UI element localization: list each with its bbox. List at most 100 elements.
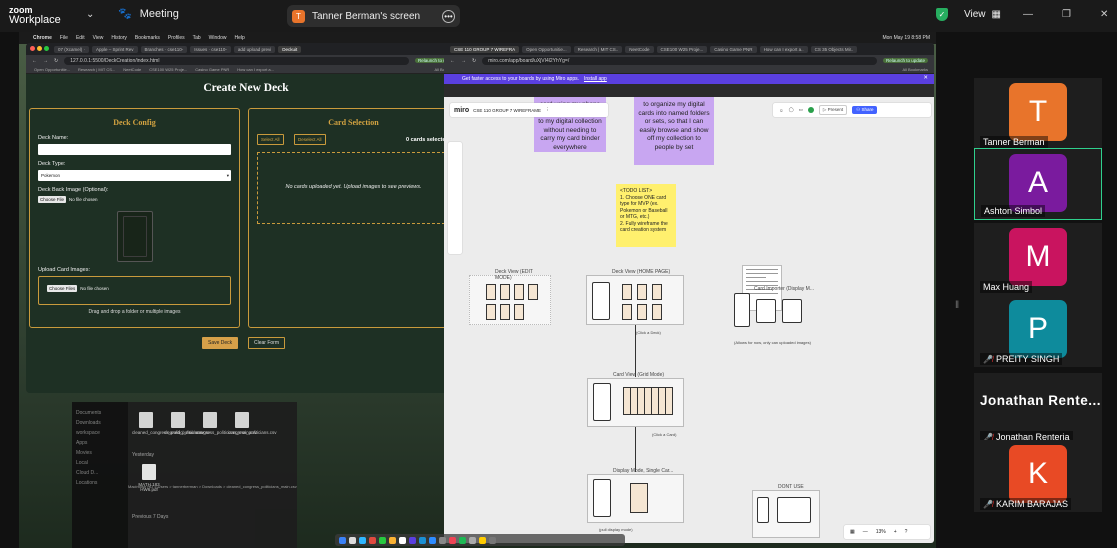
close-dot-icon[interactable]	[30, 46, 35, 51]
select-all-button[interactable]: Select All	[257, 134, 284, 145]
calendar-dock-icon[interactable]	[399, 536, 406, 544]
frame-card-view-grid[interactable]: Card View (Grid Mode)	[587, 372, 684, 427]
install-app-link[interactable]: Install app	[584, 76, 607, 82]
save-deck-button[interactable]: Save Deck	[202, 337, 239, 349]
finder-sidebar-item[interactable]: Locations	[76, 478, 124, 488]
chat-icon[interactable]: ◯	[789, 107, 794, 113]
browser-tab[interactable]: How can I export a..	[759, 45, 808, 53]
launchpad-dock-icon[interactable]	[349, 536, 356, 544]
bookmark-item[interactable]: Research | MIT CS...	[78, 67, 115, 72]
browser-tab[interactable]: add upload previ	[233, 45, 276, 53]
finder-sidebar-item[interactable]: Movies	[76, 448, 124, 458]
frame-dont-use[interactable]: DONT USE	[752, 484, 820, 538]
settings-dock-icon[interactable]	[469, 536, 476, 544]
finder-sidebar-item[interactable]: Apps	[76, 438, 124, 448]
upload-drop-zone[interactable]: Choose Files No file chosen	[38, 276, 231, 305]
zoom-dock-icon[interactable]	[429, 536, 436, 544]
frame-deck-view-home[interactable]: Deck View (HOME PAGE)	[586, 269, 684, 325]
forward-icon[interactable]: →	[43, 58, 48, 64]
board-name[interactable]: CSE 110 GROUP 7 WIREFRAME	[473, 108, 541, 113]
todo-sticky-note[interactable]: <TODO LIST> 1. Choose ONE card type for …	[616, 184, 676, 247]
menu-chrome[interactable]: Chrome	[33, 35, 52, 41]
reload-icon[interactable]: ↻	[54, 58, 58, 64]
menu-view[interactable]: View	[93, 35, 104, 41]
finder-sidebar-item[interactable]: Downloads	[76, 418, 124, 428]
back-icon[interactable]: ←	[32, 58, 37, 64]
upload-cards-file-input[interactable]: Choose Files No file chosen	[47, 285, 109, 292]
share-button[interactable]: ⚇ Share	[852, 106, 878, 114]
file-item[interactable]: cleaned_politicians.csv	[164, 412, 210, 435]
browser-tab[interactable]: Casino Game PNR	[710, 45, 757, 53]
browser-tab-active[interactable]: CSE 110 GROUP 7 WIREFRA	[450, 45, 520, 53]
url-field[interactable]: 127.0.0.1:5500/DeckCreation/index.html	[64, 56, 409, 65]
browser-tab[interactable]: 07 (Xcamel) ·	[54, 45, 90, 53]
deck-type-select[interactable]: Pokemon ▾	[38, 170, 231, 181]
help-icon[interactable]: ?	[905, 529, 908, 535]
app-dock-icon[interactable]	[439, 536, 446, 544]
menu-tab[interactable]: Tab	[193, 35, 201, 41]
more-icon[interactable]: •••	[442, 9, 455, 23]
participant-tile[interactable]: T Tanner Berman	[974, 78, 1102, 150]
zoom-dot-icon[interactable]	[44, 46, 49, 51]
frame-deck-view-edit[interactable]: Deck View (EDIT MODE)	[469, 269, 551, 325]
menu-profiles[interactable]: Profiles	[168, 35, 185, 41]
bookmark-item[interactable]: NeetCode	[123, 67, 141, 72]
notes-dock-icon[interactable]	[389, 536, 396, 544]
browser-tab[interactable]: Apple – Sprint Rev	[92, 45, 138, 53]
deck-name-input[interactable]	[38, 144, 231, 155]
app-dock-icon[interactable]	[449, 536, 456, 544]
browser-tab[interactable]: Issues · cse110-	[190, 45, 231, 53]
close-icon[interactable]: ✕	[1100, 9, 1108, 20]
bookmark-item[interactable]: CSE100 W25 Proje...	[149, 67, 187, 72]
bookmark-item[interactable]: Casino Game PNR	[195, 67, 229, 72]
safari-dock-icon[interactable]	[359, 536, 366, 544]
avatar[interactable]	[807, 107, 814, 113]
miro-board[interactable]: card using my phone so I can quickly add…	[444, 97, 934, 543]
view-button[interactable]: View ▦	[964, 9, 1001, 20]
file-item[interactable]: cleaned_congress_politici_main.csv	[132, 412, 204, 435]
trash-dock-icon[interactable]	[489, 536, 496, 544]
menu-bookmarks[interactable]: Bookmarks	[135, 35, 160, 41]
chrome-dock-icon[interactable]	[369, 536, 376, 544]
spotify-dock-icon[interactable]	[459, 536, 466, 544]
minimize-dot-icon[interactable]	[37, 46, 42, 51]
browser-tab[interactable]: Branches · cse110-	[140, 45, 188, 53]
close-icon[interactable]: ✕	[923, 75, 928, 81]
participant-tile[interactable]: M Max Huang	[974, 223, 1102, 295]
screen-share-pill[interactable]: T Tanner Berman's screen •••	[287, 5, 460, 27]
relaunch-button[interactable]: Relaunch to update	[882, 58, 928, 63]
finder-sidebar-item[interactable]: Local	[76, 458, 124, 468]
browser-tab[interactable]: Research | MIT CS..	[573, 45, 623, 53]
present-button[interactable]: ▷ Present	[818, 105, 848, 115]
restore-icon[interactable]: ❐	[1062, 9, 1071, 20]
grid-icon[interactable]: ▦	[850, 529, 855, 535]
meeting-menu[interactable]: 🐾 Meeting	[118, 7, 179, 21]
forward-icon[interactable]: →	[461, 58, 466, 64]
browser-tab[interactable]: NeetCode	[625, 45, 654, 53]
browser-tab-active[interactable]: Deckuit	[278, 45, 302, 53]
deck-back-file-input[interactable]: Choose File No file chosen	[38, 196, 98, 203]
reload-icon[interactable]: ↻	[472, 58, 476, 64]
back-icon[interactable]: ←	[450, 58, 455, 64]
browser-tab[interactable]: Open Opportunitie...	[522, 45, 571, 53]
bookmark-item[interactable]: Open Opportunitie...	[34, 67, 70, 72]
zoom-in-icon[interactable]: +	[894, 529, 897, 535]
shield-check-icon[interactable]: ✓	[936, 8, 948, 21]
sticky-note-purple[interactable]: to organize my digital cards into named …	[634, 97, 714, 165]
vscode-dock-icon[interactable]	[419, 536, 426, 544]
app-dock-icon[interactable]	[479, 536, 486, 544]
bookmark-item[interactable]: How can I export a...	[237, 67, 274, 72]
file-item[interactable]: congress_politicians.csv	[228, 412, 277, 435]
participant-tile[interactable]: P 🎤̸ PREITY SINGH	[974, 295, 1102, 367]
all-bookmarks[interactable]: All Bookmarks	[902, 67, 934, 72]
finder-sidebar-item[interactable]: Cloud D...	[76, 468, 124, 478]
participant-tile[interactable]: K 🎤̸ KARIM BARAJAS	[974, 440, 1102, 512]
menu-history[interactable]: History	[111, 35, 127, 41]
browser-tab[interactable]: CSE100 W25 Proje...	[656, 45, 708, 53]
url-field[interactable]: miro.com/app/board/uXjVI4l2YhYg=/	[482, 56, 877, 65]
finder-sidebar-item[interactable]: workspace	[76, 428, 124, 438]
video-icon[interactable]: ▭	[799, 107, 803, 113]
finder-dock-icon[interactable]	[339, 536, 346, 544]
menu-file[interactable]: File	[60, 35, 68, 41]
chevron-down-icon[interactable]: ⌄	[86, 9, 94, 20]
